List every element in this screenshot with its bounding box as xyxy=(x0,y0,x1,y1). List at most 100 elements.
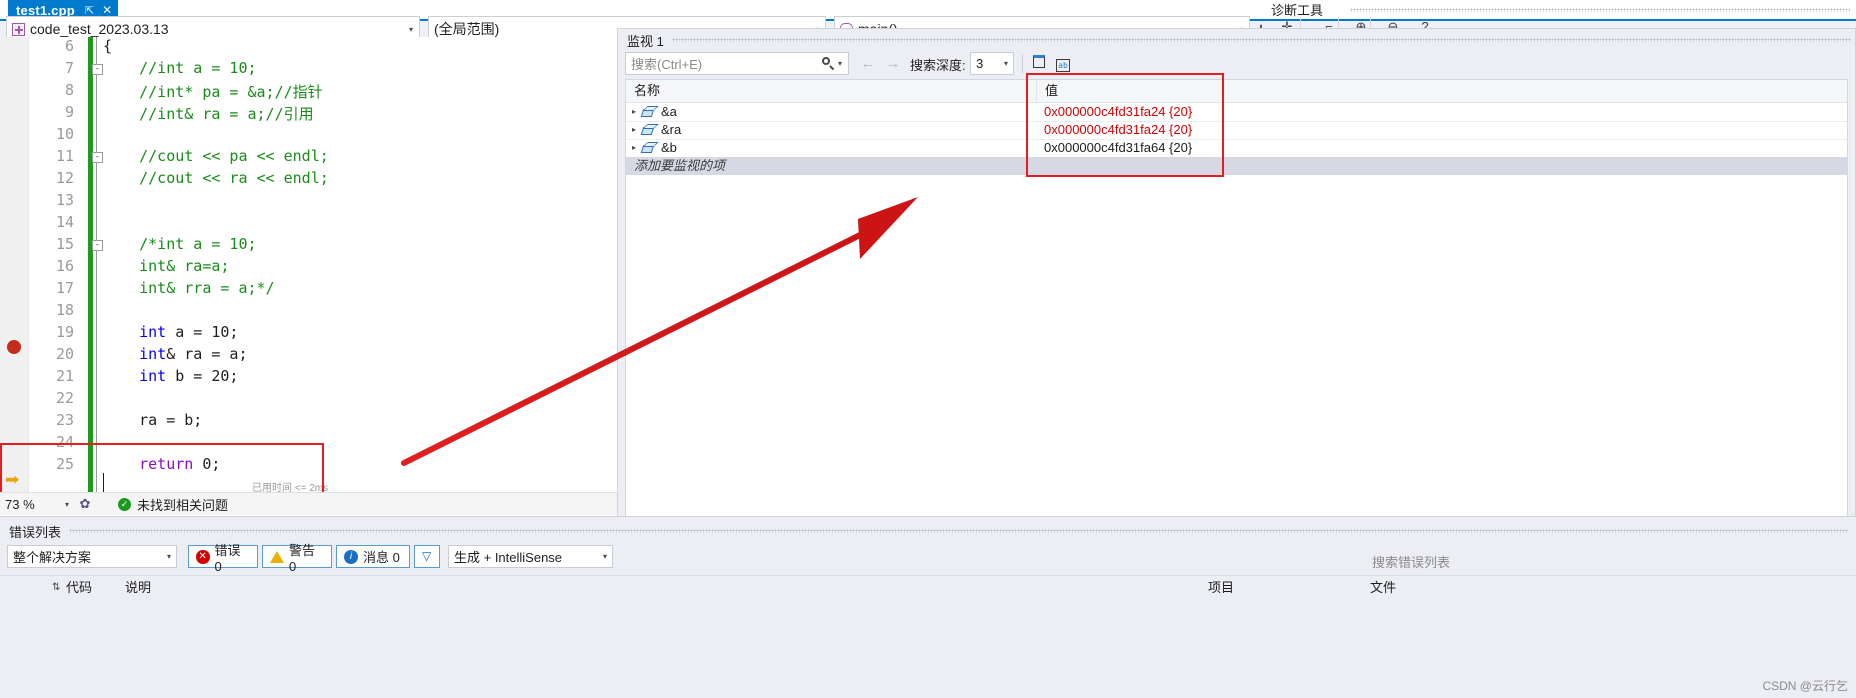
fold-toggle-icon[interactable]: - xyxy=(92,152,103,163)
code-line[interactable]: int a = 10; xyxy=(103,323,238,341)
code-line[interactable]: ra = b; xyxy=(103,411,202,429)
column-header-code[interactable]: 代码 xyxy=(66,578,92,598)
code-line[interactable]: return 0; xyxy=(103,455,220,473)
watermark: CSDN @云行乞 xyxy=(1762,679,1848,693)
pin-icon[interactable]: ⇱ xyxy=(85,4,94,17)
scope-dropdown-label: (全局范围) xyxy=(434,21,500,37)
code-token: return xyxy=(103,455,194,473)
watch-row-value-cell[interactable]: 0x000000c4fd31fa24 {20} xyxy=(1044,103,1192,121)
code-editor[interactable]: ➡ 6 {7 - //int a = 10; 8 //int* pa = &a;//指… xyxy=(0,37,618,492)
chevron-down-icon[interactable]: ▾ xyxy=(838,59,842,68)
line-number: 15 xyxy=(55,235,74,253)
intellisense-icon[interactable]: ✿ xyxy=(74,493,96,515)
watch-row[interactable]: ▸ &a 0x000000c4fd31fa24 {20} xyxy=(626,103,1847,121)
search-depth-value: 3 xyxy=(976,56,984,71)
column-header-project[interactable]: 项目 xyxy=(1208,578,1234,598)
watch-row[interactable]: ▸ &ra 0x000000c4fd31fa24 {20} xyxy=(626,121,1847,139)
code-token: int xyxy=(103,345,167,363)
chevron-down-icon[interactable]: ▾ xyxy=(167,552,171,561)
messages-filter-toggle[interactable]: i 消息 0 xyxy=(336,545,410,568)
filter-button[interactable]: ▽ xyxy=(414,545,440,568)
fold-toggle-icon[interactable]: - xyxy=(92,240,103,251)
breakpoint-marker[interactable] xyxy=(7,340,21,354)
watch-row-value-cell[interactable]: 0x000000c4fd31fa64 {20} xyxy=(1044,139,1192,157)
watch-row-name-cell[interactable]: ▸ &b xyxy=(626,139,1036,157)
line-number: 9 xyxy=(64,103,74,121)
error-list-header: 错误列表 xyxy=(0,521,1856,541)
diagnostic-tools-dotted-rule xyxy=(1350,8,1850,12)
chevron-down-icon[interactable]: ▾ xyxy=(65,500,69,509)
watch-row-name-cell[interactable]: ▸ &a xyxy=(626,103,1036,121)
error-list-toolbar: 整个解决方案 ▾ ✕ 错误 0 警告 0 i 消息 0 ▽ 生成 + Intel… xyxy=(0,543,1856,574)
code-line[interactable]: //int* pa = &a;//指针 xyxy=(103,81,323,102)
fold-toggle-icon[interactable]: - xyxy=(92,64,103,75)
code-token: /*int a = 10; xyxy=(103,235,257,253)
watch-grid[interactable]: 名称 值 ▸ &a 0x000000c4fd31fa24 {20} ▸ &ra 0x000… xyxy=(625,79,1848,544)
column-header-value[interactable]: 值 xyxy=(1036,80,1576,102)
code-line[interactable]: { xyxy=(103,37,112,55)
chevron-right-icon[interactable]: ▸ xyxy=(626,103,642,121)
chevron-down-icon[interactable]: ▾ xyxy=(603,552,607,561)
warnings-filter-toggle[interactable]: 警告 0 xyxy=(262,543,332,574)
zoom-level-label: 73 % xyxy=(5,496,35,512)
search-depth-dropdown[interactable]: 3 ▾ xyxy=(970,52,1014,75)
code-line[interactable]: int& ra = a; xyxy=(103,345,247,363)
messages-filter-label: 消息 0 xyxy=(363,550,400,565)
search-depth-label: 搜索深度: xyxy=(910,58,966,73)
variable-cube-icon xyxy=(642,106,656,118)
chevron-right-icon[interactable]: ▸ xyxy=(626,121,642,139)
column-header-file[interactable]: 文件 xyxy=(1370,578,1396,598)
chevron-right-icon[interactable]: ▸ xyxy=(626,139,642,157)
code-line[interactable]: int b = 20; xyxy=(103,367,238,385)
code-token: int& rra = a;*/ xyxy=(103,279,275,297)
build-filter-dropdown[interactable]: 生成 + IntelliSense ▾ xyxy=(448,545,613,568)
code-token: //int& ra = a;//引用 xyxy=(103,105,314,123)
line-number: 25 xyxy=(55,455,74,473)
code-line[interactable]: int& ra=a; xyxy=(103,257,229,275)
watch-row-value-cell[interactable]: 0x000000c4fd31fa24 {20} xyxy=(1044,121,1192,139)
error-list-search-input[interactable]: 搜索错误列表 xyxy=(1372,552,1450,571)
code-line[interactable]: //int a = 10; xyxy=(103,59,257,77)
code-token: //int a = 10; xyxy=(103,59,257,77)
code-line[interactable]: /*int a = 10; xyxy=(103,235,257,253)
hex-display-icon[interactable]: ab xyxy=(1052,53,1074,75)
search-icon[interactable] xyxy=(821,56,836,71)
line-number: 17 xyxy=(55,279,74,297)
variable-cube-icon xyxy=(642,124,656,136)
code-line[interactable]: //cout << ra << endl; xyxy=(103,169,329,187)
code-token: //int* pa = &a;//指针 xyxy=(103,83,323,101)
column-header-description[interactable]: 说明 xyxy=(125,578,151,598)
warning-icon xyxy=(270,550,284,563)
errors-filter-toggle[interactable]: ✕ 错误 0 xyxy=(188,543,258,574)
project-dropdown-label: code_test_2023.03.13 xyxy=(30,21,169,37)
search-next-button[interactable]: → xyxy=(883,54,903,74)
pin-icon[interactable] xyxy=(1028,53,1050,75)
filter-icon: ▽ xyxy=(422,549,432,563)
watch-row[interactable]: ▸ &b 0x000000c4fd31fa64 {20} xyxy=(626,139,1847,157)
chevron-down-icon[interactable]: ▾ xyxy=(409,25,413,34)
add-watch-item-row[interactable]: 添加要监视的项 xyxy=(626,157,1847,175)
editor-gutter[interactable] xyxy=(0,37,29,492)
errors-filter-label: 错误 0 xyxy=(214,542,241,574)
search-previous-button[interactable]: ← xyxy=(858,54,878,74)
code-line[interactable]: //cout << pa << endl; xyxy=(103,147,329,165)
column-header-sort[interactable]: ⇅ xyxy=(52,578,60,598)
watch-header-dotted-rule xyxy=(671,38,1851,42)
code-token: int xyxy=(103,323,167,341)
watch-grid-header: 名称 值 xyxy=(626,80,1847,103)
column-header-name[interactable]: 名称 xyxy=(626,80,1036,102)
error-list-panel: 错误列表 整个解决方案 ▾ ✕ 错误 0 警告 0 i 消息 0 ▽ 生成 + … xyxy=(0,516,1856,698)
error-list-title: 错误列表 xyxy=(9,524,62,540)
error-scope-dropdown[interactable]: 整个解决方案 ▾ xyxy=(7,545,177,568)
code-token: a = 10; xyxy=(166,323,239,341)
line-number: 24 xyxy=(55,433,74,451)
chevron-down-icon[interactable]: ▾ xyxy=(1004,59,1008,68)
close-icon[interactable]: ✕ xyxy=(102,3,112,17)
line-number: 16 xyxy=(55,257,74,275)
code-line[interactable]: //int& ra = a;//引用 xyxy=(103,103,314,124)
code-line[interactable]: int& rra = a;*/ xyxy=(103,279,275,297)
watch-search-input[interactable]: 搜索(Ctrl+E) ▾ xyxy=(625,52,849,75)
zoom-level-dropdown[interactable]: 73 % ▾ xyxy=(0,493,74,515)
current-statement-arrow-icon: ➡ xyxy=(5,470,20,489)
watch-row-name-cell[interactable]: ▸ &ra xyxy=(626,121,1036,139)
